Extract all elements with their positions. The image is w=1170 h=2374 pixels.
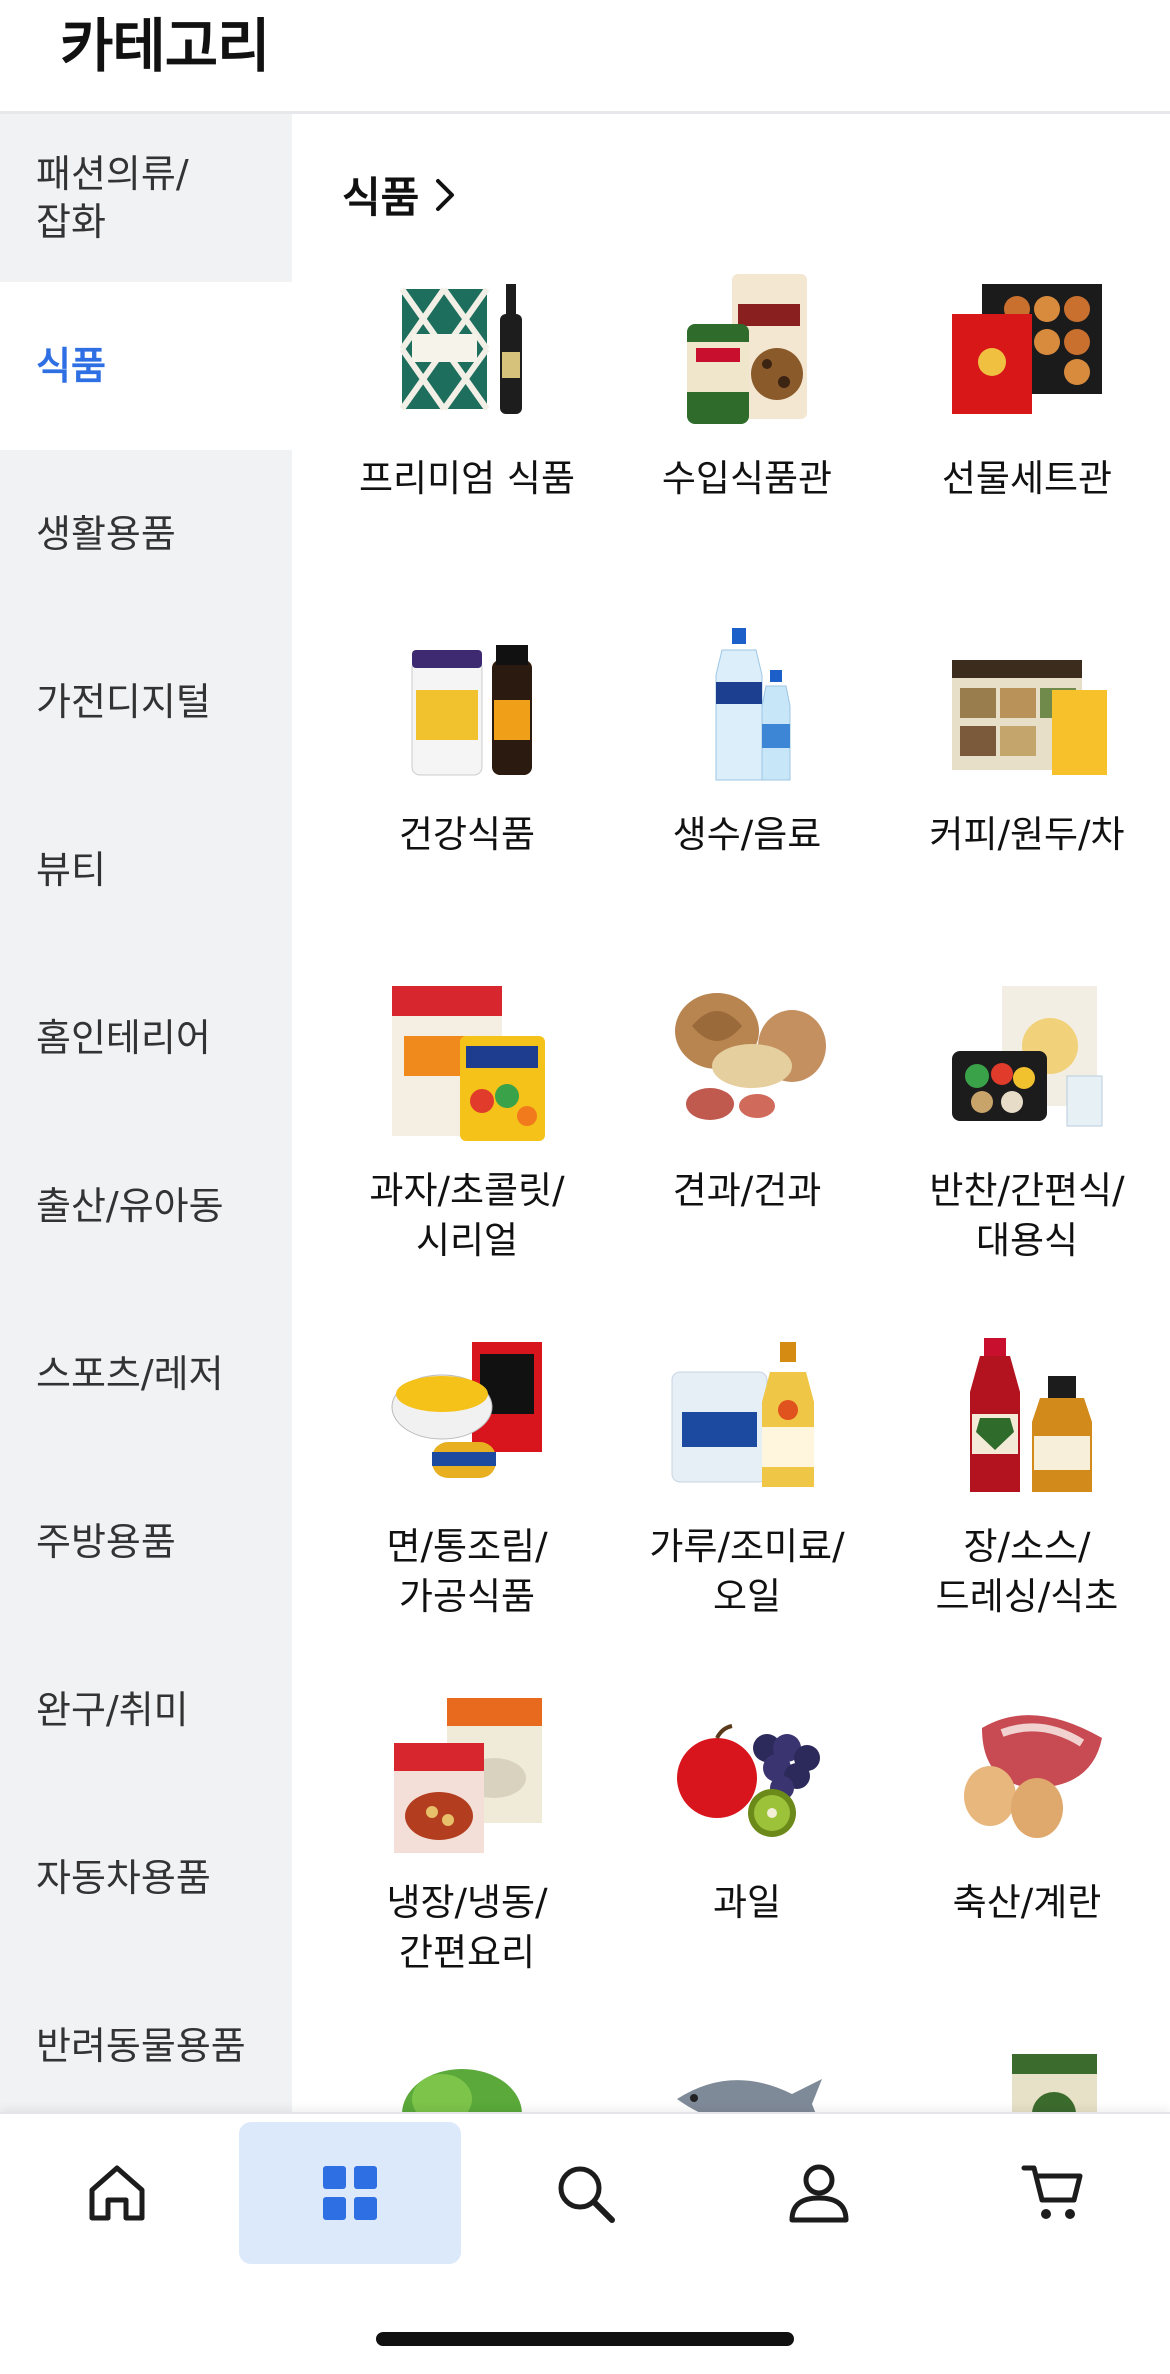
subcategory-label: 냉장/냉동/ 간편요리 bbox=[386, 1881, 548, 1974]
section-title: 식품 bbox=[342, 173, 420, 222]
subcategory-noodles-canned[interactable]: 면/통조림/ 가공식품 bbox=[327, 1332, 607, 1688]
tab-my-account[interactable] bbox=[708, 2122, 930, 2264]
subcategory-label: 프리미엄 식품 bbox=[358, 457, 575, 500]
subcategory-imported-food[interactable]: 수입식품관 bbox=[607, 264, 887, 620]
sidebar-item-beauty[interactable]: 뷰티 bbox=[0, 786, 292, 954]
imported-food-image bbox=[687, 274, 807, 424]
subcategory-label: 면/통조림/ 가공식품 bbox=[386, 1525, 548, 1618]
profile-icon bbox=[789, 2164, 849, 2223]
sidebar-item-sports[interactable]: 스포츠/레저 bbox=[0, 1290, 292, 1458]
sidebar-item-home-interior[interactable]: 홈인테리어 bbox=[0, 954, 292, 1122]
health-food-image bbox=[411, 645, 532, 776]
subcategory-frozen-food[interactable]: 냉장/냉동/ 간편요리 bbox=[327, 1688, 607, 2044]
subcategory-label: 가루/조미료/ 오일 bbox=[649, 1525, 845, 1618]
chevron-right-icon bbox=[436, 178, 455, 211]
subcategory-label: 수입식품관 bbox=[661, 457, 833, 500]
subcategory-label: 선물세트관 bbox=[941, 457, 1113, 500]
sidebar-item-toys[interactable]: 완구/취미 bbox=[0, 1626, 292, 1794]
subcategory-water-drinks[interactable]: 생수/음료 bbox=[607, 620, 887, 976]
subcategory-gift-set[interactable]: 선물세트관 bbox=[887, 264, 1167, 620]
subcategory-nuts[interactable]: 견과/건과 bbox=[607, 976, 887, 1332]
nuts-image bbox=[675, 993, 826, 1120]
app-header: 카테고리 bbox=[0, 0, 1170, 114]
subcategory-label: 건강식품 bbox=[398, 813, 536, 856]
home-icon bbox=[89, 2165, 145, 2221]
frozen-food-image bbox=[394, 1698, 542, 1853]
side-dish-image bbox=[952, 986, 1103, 1127]
subcategory-label: 과자/초콜릿/ 시리얼 bbox=[369, 1169, 565, 1262]
noodles-canned-image bbox=[391, 1342, 542, 1478]
sauce-image bbox=[970, 1338, 1092, 1492]
subcategory-label: 장/소스/ 드레싱/식초 bbox=[935, 1525, 1119, 1618]
category-grid-icon bbox=[323, 2166, 377, 2220]
tab-search[interactable] bbox=[474, 2122, 696, 2264]
subcategory-snacks[interactable]: 과자/초콜릿/ 시리얼 bbox=[327, 976, 607, 1332]
subcategory-side-dish[interactable]: 반찬/간편식/ 대용식 bbox=[887, 976, 1167, 1332]
subcategory-label: 반찬/간편식/ 대용식 bbox=[929, 1169, 1125, 1262]
vegetable-image bbox=[402, 2069, 522, 2112]
powder-seasoning-image bbox=[671, 1342, 814, 1487]
subcategory-rice-grain[interactable] bbox=[887, 2044, 1167, 2112]
water-drinks-image bbox=[715, 628, 791, 781]
subcategory-label: 과일 bbox=[712, 1881, 782, 1924]
subcategory-vegetable[interactable] bbox=[327, 2044, 607, 2112]
tab-home[interactable] bbox=[6, 2122, 228, 2264]
subcategory-label: 커피/원두/차 bbox=[929, 813, 1125, 856]
subcategory-meat-egg[interactable]: 축산/계란 bbox=[887, 1688, 1167, 2044]
subcategory-coffee-tea[interactable]: 커피/원두/차 bbox=[887, 620, 1167, 976]
subcategory-premium-food[interactable]: 프리미엄 식품 bbox=[327, 264, 607, 620]
subcategory-health-food[interactable]: 건강식품 bbox=[327, 620, 607, 976]
tab-category[interactable] bbox=[239, 2122, 461, 2264]
page-title: 카테고리 bbox=[60, 12, 270, 80]
subcategory-seafood[interactable] bbox=[607, 2044, 887, 2112]
subcategory-grid: 프리미엄 식품 수입식품관 선물세트관 건강식품 생수/음료 커피/원두/차 과… bbox=[327, 264, 1170, 2112]
subcategory-label: 견과/건과 bbox=[672, 1169, 822, 1212]
sidebar-item-electronics[interactable]: 가전디지털 bbox=[0, 618, 292, 786]
home-indicator bbox=[376, 2332, 794, 2346]
category-content: 식품 프리미엄 식품 수입식품관 선물세트관 건강식품 생수/음료 커피/원두/… bbox=[292, 114, 1170, 2112]
section-title-link[interactable]: 식품 bbox=[342, 164, 459, 225]
sidebar-item-kitchen[interactable]: 주방용품 bbox=[0, 1458, 292, 1626]
subcategory-label: 생수/음료 bbox=[672, 813, 822, 856]
sidebar-item-living[interactable]: 생활용품 bbox=[0, 450, 292, 618]
subcategory-powder-seasoning[interactable]: 가루/조미료/ 오일 bbox=[607, 1332, 887, 1688]
cart-icon bbox=[1021, 2165, 1083, 2219]
sidebar-item-automotive[interactable]: 자동차용품 bbox=[0, 1794, 292, 1962]
rice-grain-image bbox=[1012, 2054, 1097, 2112]
sidebar-item-fashion[interactable]: 패션의류/ 잡화 bbox=[0, 114, 292, 282]
subcategory-label: 축산/계란 bbox=[952, 1881, 1102, 1924]
subcategory-sauce[interactable]: 장/소스/ 드레싱/식초 bbox=[887, 1332, 1167, 1688]
sidebar-item-pets[interactable]: 반려동물용품 bbox=[0, 1962, 292, 2112]
search-icon bbox=[558, 2166, 615, 2223]
subcategory-fruit[interactable]: 과일 bbox=[607, 1688, 887, 2044]
sidebar-item-food[interactable]: 식품 bbox=[0, 282, 292, 450]
seafood-image bbox=[677, 2079, 822, 2112]
category-sidebar[interactable]: 패션의류/ 잡화 식품 생활용품 가전디지털 뷰티 홈인테리어 출산/유아동 스… bbox=[0, 114, 292, 2112]
meat-egg-image bbox=[964, 1715, 1102, 1838]
premium-food-image bbox=[399, 284, 522, 414]
fruit-image bbox=[677, 1724, 820, 1837]
gift-set-image bbox=[952, 284, 1102, 414]
sidebar-item-baby-kids[interactable]: 출산/유아동 bbox=[0, 1122, 292, 1290]
tab-cart[interactable] bbox=[942, 2122, 1164, 2264]
coffee-tea-image bbox=[952, 660, 1107, 775]
snacks-image bbox=[392, 986, 545, 1141]
